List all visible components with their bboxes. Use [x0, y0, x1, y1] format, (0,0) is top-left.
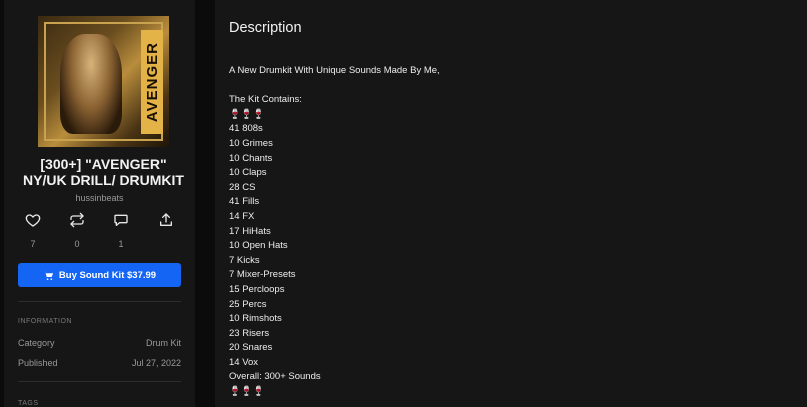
description-body: A New Drumkit With Unique Sounds Made By… [229, 64, 789, 400]
cover-title-text: AVENGER [143, 41, 161, 123]
like-stat[interactable]: 7 [18, 212, 48, 249]
buy-button[interactable]: Buy Sound Kit $37.99 [18, 263, 181, 287]
like-count: 7 [30, 239, 36, 249]
repost-stat[interactable]: 0 [62, 212, 92, 249]
buy-button-label: Buy Sound Kit $37.99 [58, 269, 157, 281]
comment-stat[interactable]: 1 [106, 212, 136, 249]
description-line: 10 Chants [229, 152, 273, 164]
description-panel: Description A New Drumkit With Unique So… [215, 0, 807, 407]
description-line: 17 HiHats [229, 225, 271, 237]
divider [18, 381, 181, 382]
information-heading: INFORMATION [18, 318, 72, 325]
description-line: 15 Percloops [229, 283, 285, 295]
description-line [229, 79, 789, 94]
description-line: 10 Claps [229, 167, 267, 179]
description-line: 10 Open Hats [229, 240, 288, 252]
info-row-category: Category Drum Kit [18, 338, 181, 348]
description-line: 7 Kicks [229, 254, 260, 266]
info-row-published: Published Jul 27, 2022 [18, 358, 181, 368]
share-icon [160, 213, 172, 226]
cover-title: AVENGER [141, 30, 163, 134]
artist-link[interactable]: hussinbeats [4, 193, 195, 203]
description-line: 🍷🍷🍷 [229, 386, 265, 398]
description-line: A New Drumkit With Unique Sounds Made By… [229, 65, 440, 76]
share-stat[interactable] [151, 212, 181, 228]
description-line: 14 FX [229, 210, 255, 222]
description-line: 28 CS [229, 181, 256, 193]
description-line: 41 Fills [229, 196, 260, 208]
description-line: 10 Grimes [229, 137, 273, 149]
info-value: Jul 27, 2022 [131, 358, 181, 368]
cover-figure [60, 34, 122, 134]
description-line: Overall: 300+ Sounds [229, 371, 321, 383]
cover-art[interactable]: AVENGER [38, 16, 169, 147]
description-line: 🍷🍷🍷 [229, 108, 265, 120]
tags-heading: TAGS [18, 400, 39, 407]
repost-count: 0 [74, 239, 80, 249]
info-value: Drum Kit [145, 338, 181, 348]
divider [18, 301, 181, 302]
description-line: 14 Vox [229, 356, 259, 368]
description-line: 25 Percs [229, 298, 267, 310]
description-line: 41 808s [229, 123, 263, 135]
info-label: Category [18, 338, 55, 348]
heart-icon [25, 214, 41, 227]
cart-icon [43, 270, 54, 280]
description-line: 7 Mixer-Presets [229, 269, 296, 281]
comment-count: 1 [118, 239, 124, 249]
repost-icon [70, 212, 84, 228]
description-line: 10 Rimshots [229, 313, 282, 325]
description-heading: Description [229, 20, 302, 36]
description-line: The Kit Contains: [229, 94, 302, 106]
product-title: [300+] "AVENGER" NY/UK DRILL/ DRUMKIT [23, 156, 184, 188]
description-line: 20 Snares [229, 342, 273, 354]
description-line: 23 Risers [229, 327, 270, 339]
comment-icon [114, 214, 128, 226]
info-label: Published [18, 358, 58, 368]
